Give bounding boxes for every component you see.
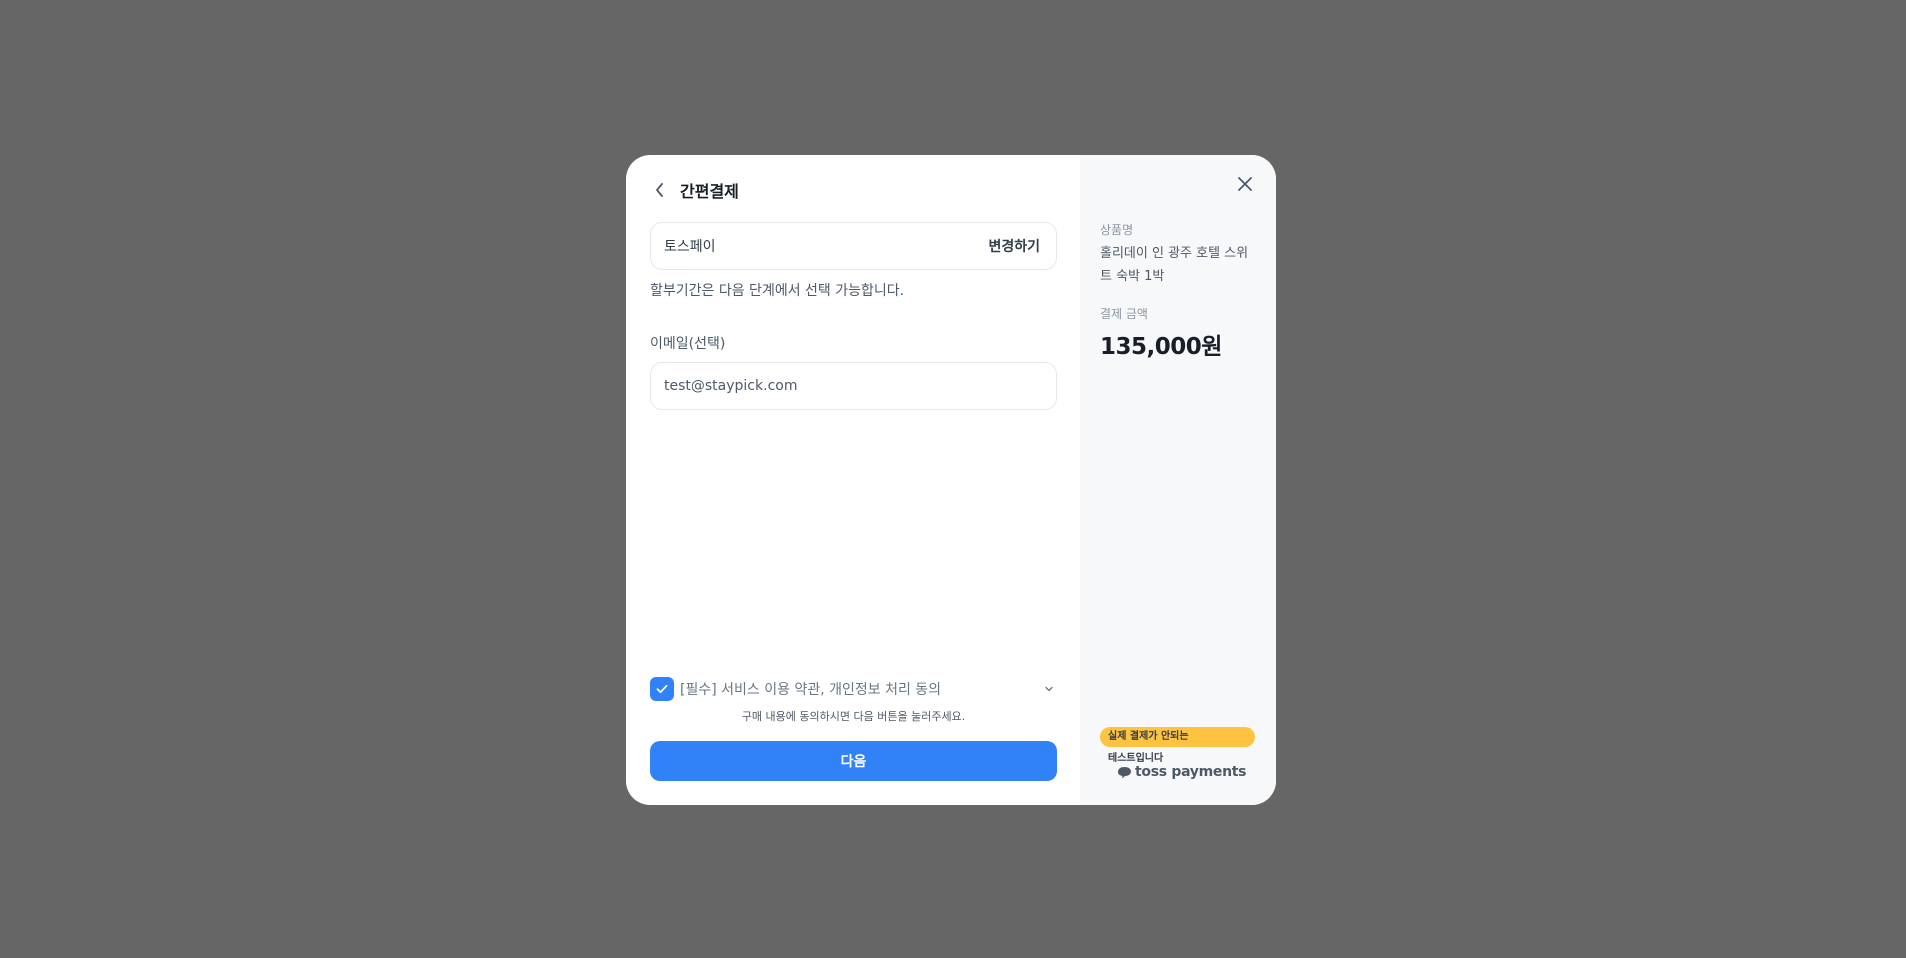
email-field[interactable]	[650, 362, 1057, 410]
installment-note: 할부기간은 다음 단계에서 선택 가능합니다.	[650, 283, 905, 299]
payment-form-panel: 간편결제 토스페이 변경하기 할부기간은 다음 단계에서 선택 가능합니다. 이…	[626, 155, 1080, 805]
agreement-expand-button[interactable]	[1041, 681, 1057, 697]
modal-header: 간편결제	[650, 178, 739, 202]
toss-brand-text: toss payments	[1135, 764, 1247, 780]
agreement-checkbox[interactable]	[650, 677, 674, 701]
check-icon	[656, 684, 668, 694]
change-method-button[interactable]: 변경하기	[988, 236, 1040, 256]
payment-method-name: 토스페이	[664, 239, 716, 255]
close-icon	[1238, 177, 1252, 191]
test-notice-text: 테스트입니다	[1108, 753, 1164, 764]
agreement-label: [필수] 서비스 이용 약관, 개인정보 처리 동의	[680, 682, 942, 698]
chevron-left-icon	[656, 183, 663, 197]
amount-label: 결제 금액	[1100, 307, 1148, 321]
product-name: 홀리데이 인 광주 호텔 스위트 숙박 1박	[1100, 246, 1249, 284]
payment-method-box: 토스페이 변경하기	[650, 222, 1057, 270]
close-button[interactable]	[1234, 173, 1256, 195]
toss-payments-logo: toss payments	[1117, 764, 1247, 780]
agreement-row: [필수] 서비스 이용 약관, 개인정보 처리 동의	[650, 677, 1057, 701]
payment-modal: 간편결제 토스페이 변경하기 할부기간은 다음 단계에서 선택 가능합니다. 이…	[626, 155, 1276, 805]
chevron-down-icon	[1045, 686, 1053, 692]
back-button[interactable]	[650, 180, 670, 200]
toss-logo-icon	[1118, 766, 1131, 778]
test-badge: 실제 결제가 안되는	[1100, 727, 1255, 747]
product-label: 상품명	[1100, 223, 1134, 237]
email-label: 이메일(선택)	[650, 336, 726, 352]
order-summary-panel: 상품명 홀리데이 인 광주 호텔 스위트 숙박 1박 결제 금액 135,000…	[1080, 155, 1276, 805]
agreement-subtext: 구매 내용에 동의하시면 다음 버튼을 눌러주세요.	[741, 710, 966, 723]
amount-value: 135,000원	[1100, 334, 1222, 360]
page-title: 간편결제	[680, 182, 739, 201]
next-button[interactable]: 다음	[650, 741, 1057, 781]
